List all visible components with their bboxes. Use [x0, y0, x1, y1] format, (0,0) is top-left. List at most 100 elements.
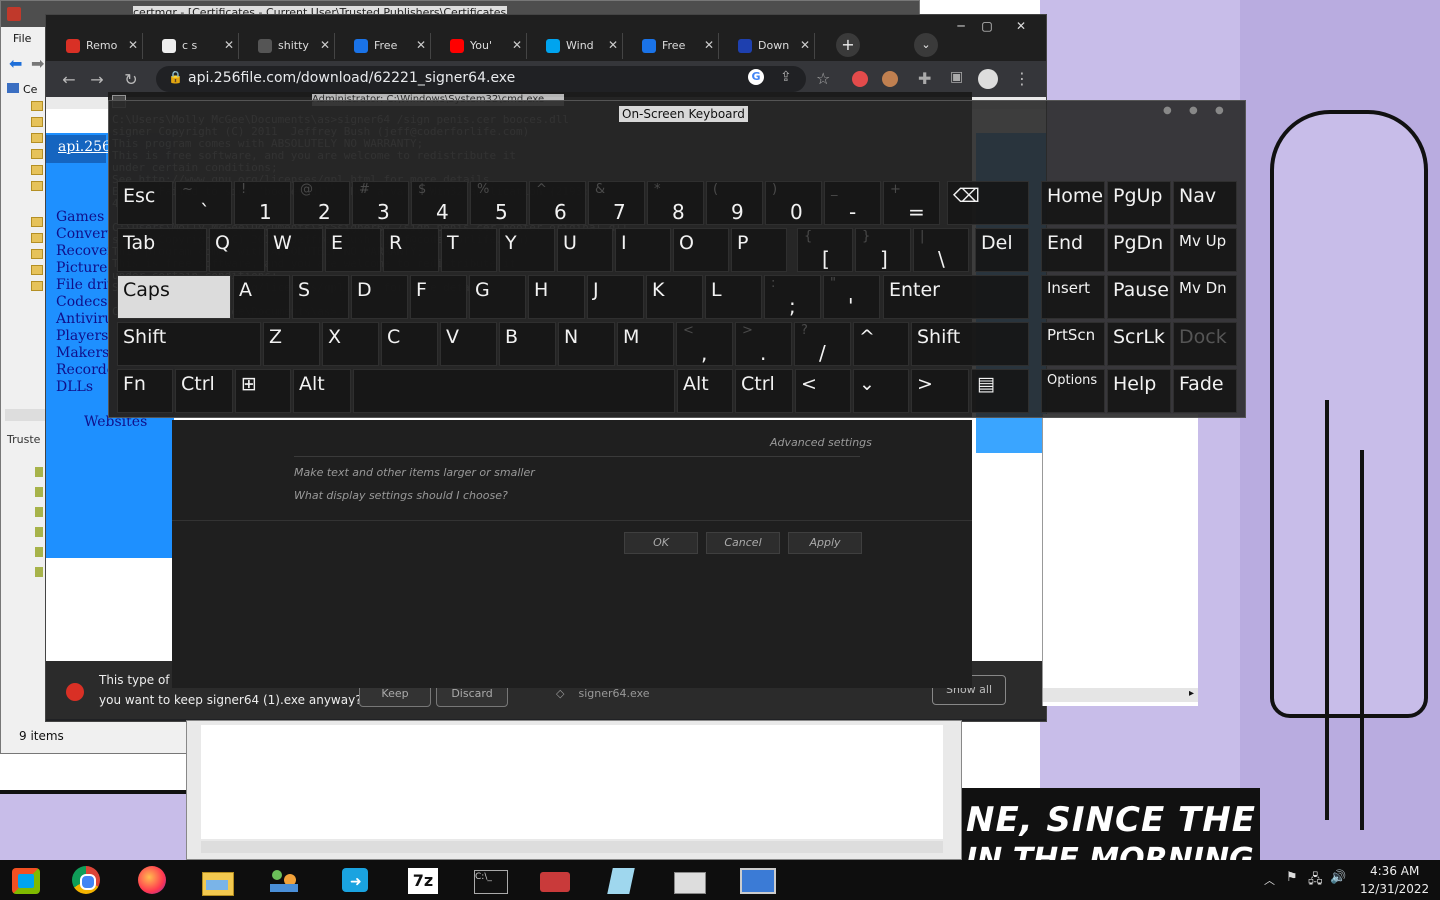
tree-root-label[interactable]: Ce: [7, 83, 37, 96]
cmd-taskbar-icon[interactable]: C:\_: [470, 864, 510, 896]
key-num-11[interactable]: _ -: [824, 181, 881, 225]
key-s[interactable]: S: [292, 275, 349, 319]
extensions-puzzle-icon[interactable]: ✚: [918, 69, 931, 88]
key-q[interactable]: Q: [209, 228, 265, 272]
api-link[interactable]: api.256: [58, 139, 111, 155]
key-r[interactable]: R: [383, 228, 439, 272]
key-j[interactable]: J: [587, 275, 644, 319]
key-menu[interactable]: ▤: [971, 369, 1029, 413]
osk-minimize-button[interactable]: ●: [1163, 105, 1172, 116]
browser-tab[interactable]: Wind ✕: [538, 33, 623, 59]
start-button[interactable]: [8, 864, 48, 896]
on-screen-keyboard[interactable]: On-Screen Keyboard ● ● ● Esc ~ `! 1 @2 #3 $4% 5…: [108, 100, 1246, 418]
sidebar-link[interactable]: Recorde: [56, 362, 115, 379]
horizontal-scrollbar[interactable]: [201, 841, 943, 853]
certificate-icon[interactable]: [35, 487, 43, 497]
sidebar-link[interactable]: Players: [56, 328, 115, 345]
key-b[interactable]: B: [499, 322, 556, 366]
folder-icon[interactable]: [31, 281, 43, 291]
key-num-4[interactable]: $4: [411, 181, 468, 225]
sidebar-link[interactable]: Codecs: [56, 294, 115, 311]
tab-close-icon[interactable]: ✕: [512, 38, 522, 52]
tab-close-icon[interactable]: ✕: [320, 38, 330, 52]
key-num-7[interactable]: & 7: [588, 181, 645, 225]
key-nav[interactable]: Nav: [1173, 181, 1237, 225]
tab-search-button[interactable]: ⌄: [914, 33, 938, 57]
folder-icon[interactable]: [31, 165, 43, 175]
extension-icon[interactable]: [882, 71, 898, 87]
folder-icon[interactable]: [31, 149, 43, 159]
extension-icon[interactable]: [852, 71, 868, 87]
folder-icon[interactable]: [31, 217, 43, 227]
key-esc[interactable]: Esc: [117, 181, 173, 225]
sidebar-link[interactable]: File driv: [56, 277, 115, 294]
scroll-right-icon[interactable]: ▸: [1189, 688, 1194, 699]
key-num-3[interactable]: #3: [352, 181, 409, 225]
reload-icon[interactable]: ↻: [120, 69, 142, 91]
apply-button[interactable]: Apply: [788, 532, 862, 554]
key-v[interactable]: V: [440, 322, 497, 366]
key-scrlk[interactable]: ScrLk: [1107, 322, 1171, 366]
new-tab-button[interactable]: +: [836, 33, 860, 57]
explorer-window-bottom[interactable]: [186, 720, 962, 860]
clock-date[interactable]: 12/31/2022: [1360, 882, 1429, 896]
key-home[interactable]: Home: [1041, 181, 1105, 225]
key-arrow-right[interactable]: >: [911, 369, 969, 413]
remote-desktop-taskbar-icon[interactable]: [736, 864, 776, 896]
notepad-taskbar-icon[interactable]: [602, 864, 642, 896]
certmgr-menu-file[interactable]: File: [1, 27, 51, 49]
firefox-taskbar-icon[interactable]: [134, 864, 174, 896]
cancel-button[interactable]: Cancel: [706, 532, 780, 554]
share-icon[interactable]: ⇪: [780, 69, 792, 85]
minimize-button[interactable]: ─: [948, 17, 974, 35]
key-arrow-left[interactable]: <: [795, 369, 851, 413]
key-num-0[interactable]: ~ `: [175, 181, 232, 225]
side-panel-icon[interactable]: ▣: [950, 69, 963, 85]
key-f[interactable]: F: [410, 275, 467, 319]
bookmark-star-icon[interactable]: ☆: [816, 69, 830, 88]
tab-close-icon[interactable]: ✕: [128, 38, 138, 52]
tab-close-icon[interactable]: ✕: [224, 38, 234, 52]
chrome-taskbar-icon[interactable]: [68, 864, 108, 896]
key-caps[interactable]: Caps: [117, 275, 231, 319]
key-sym-a-0[interactable]: :;: [764, 275, 821, 319]
key-alt-left[interactable]: Alt: [293, 369, 351, 413]
action-center-flag-icon[interactable]: ⚑: [1286, 870, 1298, 885]
key-sym-z-0[interactable]: <,: [676, 322, 733, 366]
folder-icon[interactable]: [31, 265, 43, 275]
key-num-5[interactable]: % 5: [470, 181, 527, 225]
key-mvup[interactable]: Mv Up: [1173, 228, 1237, 272]
key-p[interactable]: P: [731, 228, 787, 272]
show-hidden-icons[interactable]: ︿: [1264, 872, 1275, 888]
forward-icon[interactable]: →: [86, 69, 108, 91]
key-w[interactable]: W: [267, 228, 323, 272]
sidebar-link[interactable]: DLLs: [56, 379, 115, 396]
folder-icon[interactable]: [31, 117, 43, 127]
key-i[interactable]: I: [615, 228, 671, 272]
key-prtscn[interactable]: PrtScn: [1041, 322, 1105, 366]
folder-icon[interactable]: [31, 133, 43, 143]
key-e[interactable]: E: [325, 228, 381, 272]
key-num-12[interactable]: + =: [883, 181, 940, 225]
key-ctrl-left[interactable]: Ctrl: [175, 369, 233, 413]
profile-avatar[interactable]: [978, 69, 998, 89]
key-alt-right[interactable]: Alt: [677, 369, 733, 413]
close-window-button[interactable]: ✕: [1008, 17, 1034, 35]
key-l[interactable]: L: [705, 275, 762, 319]
key-num-1[interactable]: ! 1: [234, 181, 291, 225]
key-fade[interactable]: Fade: [1173, 369, 1237, 413]
key-num-6[interactable]: ^ 6: [529, 181, 586, 225]
toolbox-taskbar-icon[interactable]: [536, 864, 576, 896]
key-n[interactable]: N: [558, 322, 615, 366]
ok-button[interactable]: OK: [624, 532, 698, 554]
clock-time[interactable]: 4:36 AM: [1370, 864, 1419, 878]
key-z[interactable]: Z: [263, 322, 320, 366]
key-pause[interactable]: Pause: [1107, 275, 1171, 319]
back-arrow-icon[interactable]: ⬅: [9, 54, 22, 73]
tab-close-icon[interactable]: ✕: [704, 38, 714, 52]
key-del[interactable]: Del: [975, 228, 1029, 272]
key-num-10[interactable]: ) 0: [765, 181, 822, 225]
browser-tab[interactable]: You' ✕: [442, 33, 527, 59]
network-taskbar-icon[interactable]: [266, 864, 306, 896]
key-a[interactable]: A: [233, 275, 290, 319]
